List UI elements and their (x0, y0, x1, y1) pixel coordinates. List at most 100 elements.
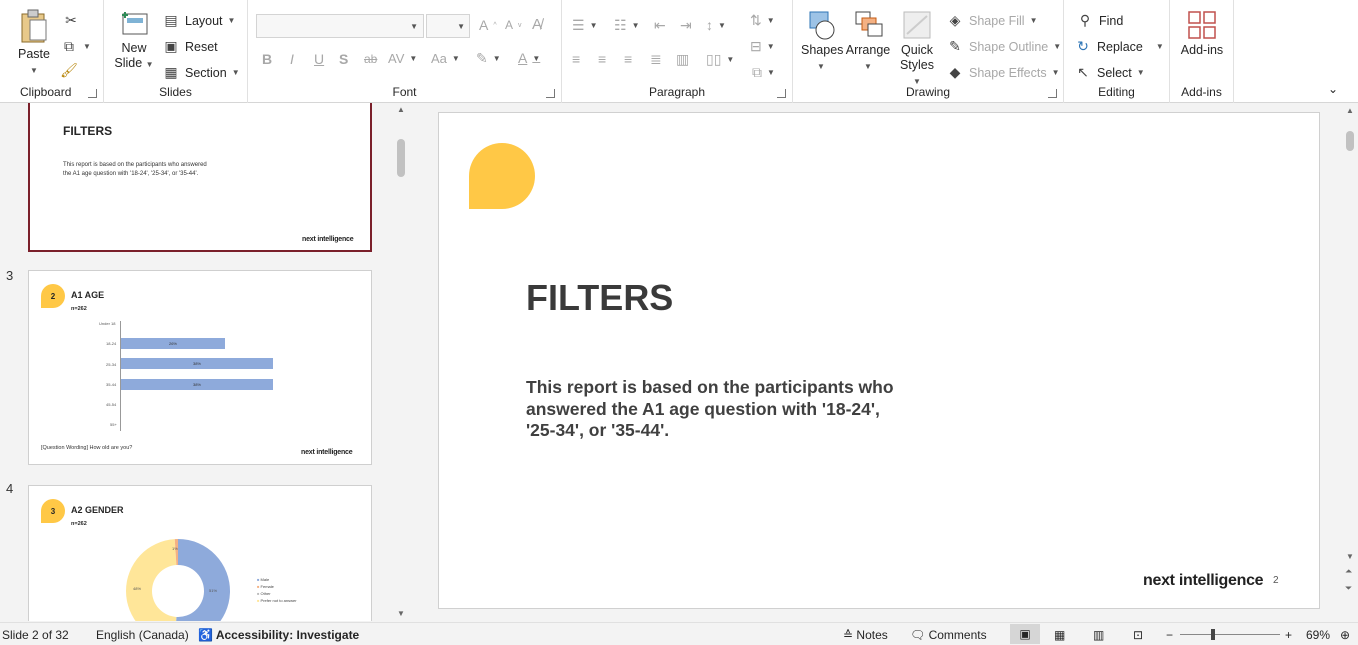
shape-fill-button[interactable]: ◈ Shape Fill ▼ (946, 12, 1038, 29)
chevron-down-icon[interactable]: ▼ (30, 66, 38, 75)
thumbnail-slide-2[interactable]: FILTERS This report is based on the part… (28, 103, 372, 252)
find-button[interactable]: ⚲ Find (1076, 12, 1123, 29)
layout-button[interactable]: ▤ Layout ▼ (162, 12, 235, 29)
zoom-out-icon[interactable]: − (1166, 628, 1173, 642)
addins-button[interactable]: Add-ins (1178, 10, 1226, 58)
legend: ■ Male ■ Female ■ Other ■ Prefer not to … (257, 576, 297, 604)
fit-to-window-icon[interactable]: ⊕ (1340, 628, 1350, 642)
slide-title[interactable]: FILTERS (526, 277, 673, 319)
change-case-button[interactable]: Aa ▼ (431, 51, 460, 66)
scroll-up-icon[interactable]: ▲ (397, 105, 405, 114)
justify-button[interactable]: ≣ (650, 51, 662, 68)
font-color-button[interactable]: A ▼ (518, 50, 540, 66)
normal-view-icon[interactable]: ▣ (1010, 624, 1040, 644)
scroll-up-icon[interactable]: ▲ (1346, 106, 1354, 115)
section-button[interactable]: ▦ Section ▼ (162, 64, 239, 81)
align-right-button[interactable]: ≡ (624, 51, 632, 67)
slideshow-icon[interactable]: ⊡ (1133, 628, 1143, 642)
thumbnail-slide-3[interactable]: 2 A1 AGE n=262 Under 18 18-24 25-34 35-4… (28, 270, 372, 465)
accessibility-button[interactable]: ♿ Accessibility: Investigate (198, 628, 359, 642)
shapes-button[interactable]: Shapes ▼ (801, 10, 843, 72)
axis-label: 18-24 (106, 341, 117, 346)
main-scrollbar[interactable]: ▲ ▼ ⏶ ⏷ (1342, 103, 1358, 622)
shadow-button[interactable]: S (339, 51, 348, 67)
dialog-launcher-icon[interactable] (546, 89, 555, 98)
notes-button[interactable]: ≙ Notes (843, 628, 888, 642)
numbering-button[interactable]: ☷ ▼ (614, 17, 639, 34)
quick-styles-button[interactable]: Quick Styles ▼ (895, 10, 939, 89)
legend-label: Prefer not to answer (260, 598, 297, 603)
notes-icon: ≙ (843, 628, 854, 642)
search-icon: ⚲ (1079, 12, 1091, 28)
donut-slice-male (176, 539, 230, 621)
shapes-icon (809, 11, 835, 40)
highlight-button[interactable]: ✎ ▼ (476, 50, 501, 67)
collapse-ribbon-icon[interactable]: ⌄ (1328, 82, 1338, 96)
underline-button[interactable]: U (314, 51, 324, 67)
align-text-button[interactable]: ⊟ ▼ (750, 38, 775, 55)
shrink-font-button[interactable]: Av (505, 18, 522, 32)
smartart-button[interactable]: ⧉ ▼ (752, 64, 775, 81)
chevron-down-icon: ▼ (457, 22, 465, 31)
scrollbar-thumb[interactable] (397, 139, 405, 177)
next-slide-icon[interactable]: ⏷ (1345, 583, 1352, 594)
columns-button[interactable]: ▯▯ ▼ (706, 51, 734, 68)
align-left-button[interactable]: ≡ (572, 51, 580, 67)
thumbnail-scrollbar[interactable]: ▲ ▼ (393, 103, 409, 621)
scroll-down-icon[interactable]: ▼ (397, 609, 405, 618)
zoom-slider[interactable] (1180, 629, 1280, 640)
new-slide-button[interactable]: New Slide ▼ (112, 10, 156, 72)
dialog-launcher-icon[interactable] (777, 89, 786, 98)
slide-sorter-icon[interactable]: ▦ (1054, 628, 1065, 642)
donut-slice-female (126, 539, 177, 621)
speech-bubble-shape[interactable] (469, 143, 535, 209)
reset-button[interactable]: ▣ Reset (162, 38, 217, 55)
legend-item: ■ Female (257, 584, 274, 589)
status-bar: Slide 2 of 32 English (Canada) ♿ Accessi… (0, 622, 1358, 645)
grow-font-button[interactable]: A ^ (479, 17, 497, 33)
previous-slide-icon[interactable]: ⏶ (1345, 566, 1352, 577)
paste-button[interactable]: Paste ▼ (14, 8, 54, 76)
quick-styles-label-text: Styles (899, 58, 935, 72)
decrease-indent-button[interactable]: ⇤ (654, 17, 666, 34)
current-slide[interactable]: FILTERS This report is based on the part… (438, 112, 1320, 609)
font-name-combobox[interactable]: ▼ (256, 14, 424, 38)
clear-format-icon[interactable]: A̸ (532, 16, 542, 33)
thumbnail-slide-4[interactable]: 3 A2 GENDER n=262 51% 48% 1% ■ Male ■ Fe… (28, 485, 372, 621)
line-spacing-button[interactable]: ↕ ▼ (706, 17, 726, 33)
shape-outline-button[interactable]: ✎ Shape Outline ▼ (946, 38, 1061, 55)
arrange-button[interactable]: Arrange ▼ (845, 10, 891, 72)
zoom-level[interactable]: 69% (1306, 628, 1330, 642)
font-size-combobox[interactable]: ▼ (426, 14, 470, 38)
reading-view-icon[interactable]: ▥ (1093, 628, 1104, 642)
scroll-down-icon[interactable]: ▼ (1346, 552, 1354, 561)
strikethrough-button[interactable]: ab (364, 52, 377, 66)
replace-button[interactable]: ↻ Replace ▼ (1074, 38, 1164, 55)
arrange-label: Arrange (845, 43, 891, 57)
chevron-down-icon: ▼ (817, 62, 825, 71)
character-spacing-button[interactable]: AV ▼ (388, 51, 417, 66)
scrollbar-thumb[interactable] (1346, 131, 1354, 151)
dialog-launcher-icon[interactable] (88, 89, 97, 98)
comments-button[interactable]: 🗨 Comments (910, 628, 987, 642)
distributed-button[interactable]: ▥ (676, 51, 689, 68)
slides-label: Slides (159, 85, 192, 99)
quick-styles-icon (903, 11, 931, 39)
slide-body-text[interactable]: This report is based on the participants… (526, 377, 906, 442)
increase-indent-button[interactable]: ⇥ (680, 17, 692, 34)
zoom-in-icon[interactable]: + (1285, 628, 1292, 642)
format-painter-button[interactable]: 🖌 (60, 62, 78, 79)
text-direction-button[interactable]: ⇅ ▼ (750, 12, 775, 29)
align-center-button[interactable]: ≡ (598, 51, 606, 67)
bullets-button[interactable]: ☰ ▼ (572, 17, 597, 34)
copy-button[interactable]: ⧉ ▼ (60, 38, 91, 55)
language[interactable]: English (Canada) (96, 628, 189, 642)
bold-button[interactable]: B (262, 51, 272, 67)
italic-button[interactable]: I (290, 51, 294, 67)
shape-effects-button[interactable]: ◆ Shape Effects ▼ (946, 64, 1060, 81)
chevron-down-icon: ▼ (83, 42, 91, 51)
select-button[interactable]: ↖ Select ▼ (1074, 64, 1145, 81)
dialog-launcher-icon[interactable] (1048, 89, 1057, 98)
cut-button[interactable]: ✂ (62, 12, 80, 29)
zoom-slider-thumb[interactable] (1211, 629, 1215, 640)
